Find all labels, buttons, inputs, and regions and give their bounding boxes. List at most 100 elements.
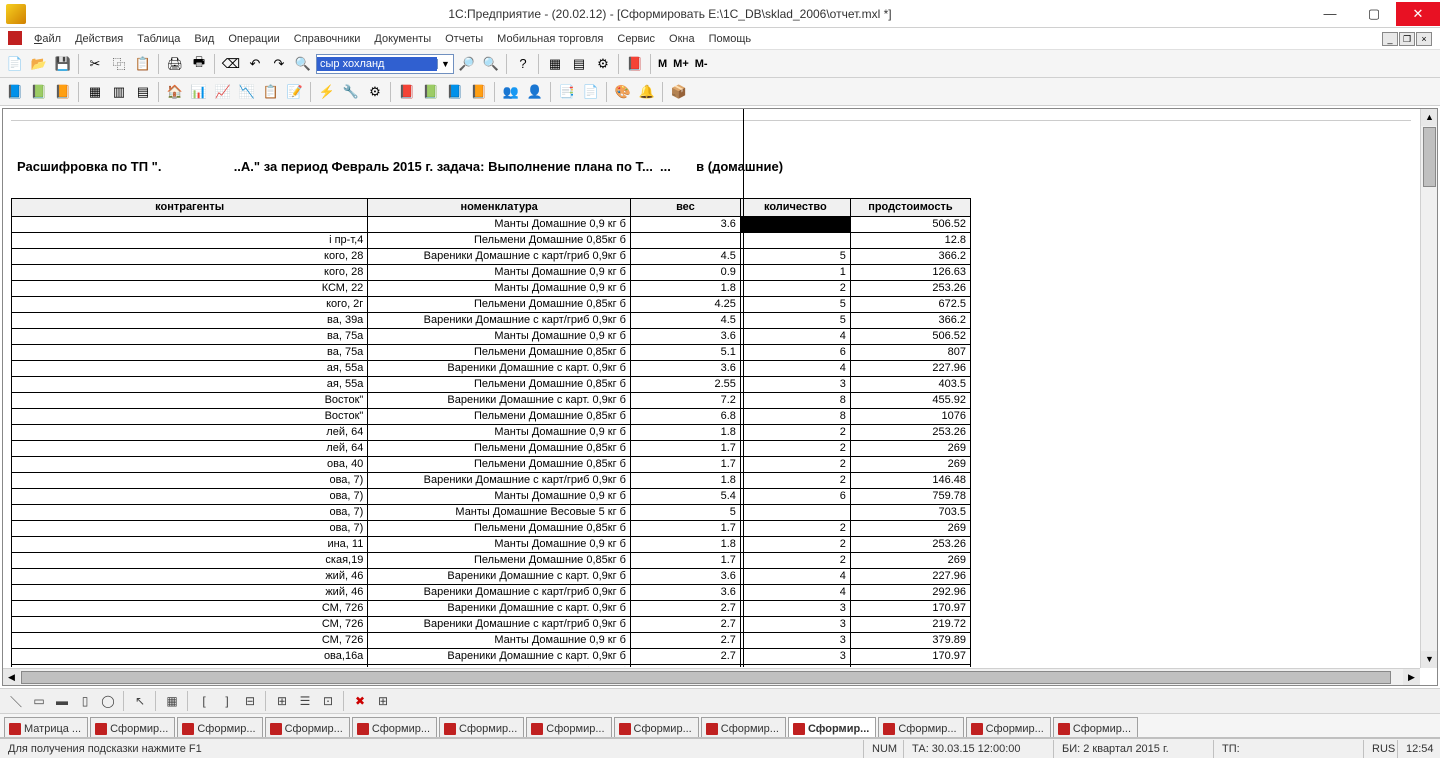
document-content[interactable]: Расшифровка по ТП ". ..А." за период Фев… bbox=[3, 109, 1419, 667]
table-cell[interactable]: і пр-т,4 bbox=[12, 233, 368, 249]
table-cell[interactable]: ова, 7) bbox=[12, 489, 368, 505]
menu-refs[interactable]: Справочники bbox=[288, 31, 367, 47]
scroll-left-icon[interactable]: ◀ bbox=[3, 669, 20, 686]
horizontal-scrollbar[interactable]: ◀ ▶ bbox=[3, 668, 1420, 685]
table-cell[interactable]: 8 bbox=[740, 409, 850, 425]
block-icon[interactable]: ▬ bbox=[52, 691, 72, 711]
table-cell[interactable]: 0.9 bbox=[630, 265, 740, 281]
window-tab[interactable]: Матрица ... bbox=[4, 717, 88, 737]
table-cell[interactable] bbox=[12, 217, 368, 233]
table-cell[interactable]: 1.8 bbox=[630, 473, 740, 489]
tb2-6[interactable]: ▤ bbox=[132, 81, 154, 103]
mplus-button[interactable]: М+ bbox=[671, 58, 691, 70]
table-cell[interactable]: 6 bbox=[740, 345, 850, 361]
table-cell[interactable]: 4 bbox=[740, 585, 850, 601]
table-cell[interactable]: 269 bbox=[850, 521, 970, 537]
table-row[interactable]: ова, 7)Манты Домашние Весовые 5 кг б5703… bbox=[12, 505, 971, 521]
table-cell[interactable]: жий, 46 bbox=[12, 585, 368, 601]
paste-icon[interactable]: 📋 bbox=[132, 53, 154, 75]
table-row[interactable]: ина, 11Манты Домашние 0,9 кг б1.82253.26 bbox=[12, 537, 971, 553]
table-row[interactable]: лей, 64Пельмени Домашние 0,85кг б1.72269 bbox=[12, 441, 971, 457]
hscroll-thumb[interactable] bbox=[21, 671, 1391, 684]
table-cell[interactable] bbox=[740, 233, 850, 249]
table-row[interactable]: ова,16аВареники Домашние с карт. 0,9кг б… bbox=[12, 649, 971, 665]
copy-icon[interactable]: ⿻ bbox=[108, 53, 130, 75]
table-cell[interactable]: 3 bbox=[740, 601, 850, 617]
table-row[interactable]: КСМ, 22Манты Домашние 0,9 кг б1.82253.26 bbox=[12, 281, 971, 297]
window-tab[interactable]: Сформир... bbox=[352, 717, 437, 737]
table-cell[interactable]: 1.8 bbox=[630, 537, 740, 553]
book-icon[interactable]: 📕 bbox=[624, 53, 646, 75]
table-cell[interactable]: 3 bbox=[740, 617, 850, 633]
search-input[interactable] bbox=[317, 57, 437, 71]
table-cell[interactable]: 170.97 bbox=[850, 649, 970, 665]
table-cell[interactable]: ова,16а bbox=[12, 665, 368, 668]
split-icon[interactable]: ⊟ bbox=[240, 691, 260, 711]
table-cell[interactable]: 4.5 bbox=[630, 313, 740, 329]
table-cell[interactable]: Восток" bbox=[12, 393, 368, 409]
table-cell[interactable]: Манты Домашние 0,9 кг б bbox=[368, 489, 631, 505]
tb2-3[interactable]: 📙 bbox=[52, 81, 74, 103]
window-tab[interactable]: Сформир... bbox=[526, 717, 611, 737]
menu-table[interactable]: Таблица bbox=[131, 31, 186, 47]
tb2-20[interactable]: 👥 bbox=[500, 81, 522, 103]
table-cell[interactable]: 3.6 bbox=[630, 361, 740, 377]
table-cell[interactable]: Манты Домашние 0,9 кг б bbox=[368, 425, 631, 441]
new-icon[interactable]: 📄 bbox=[4, 53, 26, 75]
table-row[interactable]: і пр-т,4Пельмени Домашние 0,85кг б12.8 bbox=[12, 233, 971, 249]
table-cell[interactable]: кого, 28 bbox=[12, 265, 368, 281]
table-cell[interactable]: КСМ, 22 bbox=[12, 281, 368, 297]
print-icon[interactable]: 🖨 bbox=[164, 53, 186, 75]
delete-icon[interactable]: ⌫ bbox=[220, 53, 242, 75]
table-cell[interactable]: Манты Домашние 0,9 кг б bbox=[368, 265, 631, 281]
table-cell[interactable]: 455.92 bbox=[850, 393, 970, 409]
undo-icon[interactable]: ↶ bbox=[244, 53, 266, 75]
table-cell[interactable]: ва, 75а bbox=[12, 345, 368, 361]
table-cell[interactable]: Вареники Домашние с карт/гриб 0,9кг б bbox=[368, 249, 631, 265]
table-cell[interactable]: 1 bbox=[740, 265, 850, 281]
table-row[interactable]: ва, 75аМанты Домашние 0,9 кг б3.64506.52 bbox=[12, 329, 971, 345]
calendar-icon[interactable]: ▤ bbox=[568, 53, 590, 75]
table-row[interactable]: кого, 28Вареники Домашние с карт/гриб 0,… bbox=[12, 249, 971, 265]
mdi-minimize[interactable]: _ bbox=[1382, 32, 1398, 46]
tb2-25[interactable]: 🔔 bbox=[636, 81, 658, 103]
window-tab[interactable]: Сформир... bbox=[265, 717, 350, 737]
redo-icon[interactable]: ↷ bbox=[268, 53, 290, 75]
chevron-down-icon[interactable]: ▼ bbox=[437, 59, 453, 69]
table-cell[interactable]: 1.7 bbox=[630, 521, 740, 537]
table-row[interactable]: Манты Домашние 0,9 кг б3.6506.52 bbox=[12, 217, 971, 233]
tb2-26[interactable]: 📦 bbox=[668, 81, 690, 103]
table-cell[interactable]: 253.26 bbox=[850, 425, 970, 441]
table-cell[interactable]: Вареники Домашние с карт. 0,9кг б bbox=[368, 649, 631, 665]
table-cell[interactable]: 3.6 bbox=[630, 585, 740, 601]
table-row[interactable]: ская,19Пельмени Домашние 0,85кг б1.72269 bbox=[12, 553, 971, 569]
table-cell[interactable]: 807 bbox=[850, 345, 970, 361]
vertical-scrollbar[interactable]: ▲ ▼ bbox=[1420, 109, 1437, 668]
table-cell[interactable]: 126.63 bbox=[850, 265, 970, 281]
tb2-11[interactable]: 📋 bbox=[260, 81, 282, 103]
table-cell[interactable]: 3.6 bbox=[630, 217, 740, 233]
table-cell[interactable] bbox=[740, 505, 850, 521]
header-nom[interactable]: номенклатура bbox=[368, 199, 631, 217]
table-cell[interactable]: Пельмени Домашние 0,85кг б bbox=[368, 409, 631, 425]
table-cell[interactable]: 6.8 bbox=[630, 409, 740, 425]
tool-icon[interactable]: ⚙ bbox=[592, 53, 614, 75]
table-cell[interactable]: Пельмени Домашние 0,85кг б bbox=[368, 297, 631, 313]
table-cell[interactable]: ва, 39а bbox=[12, 313, 368, 329]
table-cell[interactable]: 3 bbox=[740, 649, 850, 665]
header-contr[interactable]: контрагенты bbox=[12, 199, 368, 217]
table-cell[interactable]: 269 bbox=[850, 553, 970, 569]
table-row[interactable]: лей, 64Манты Домашние 0,9 кг б1.82253.26 bbox=[12, 425, 971, 441]
table-cell[interactable]: 3 bbox=[740, 665, 850, 668]
table-row[interactable]: ова, 7)Манты Домашние 0,9 кг б5.46759.78 bbox=[12, 489, 971, 505]
table-cell[interactable]: лей, 64 bbox=[12, 425, 368, 441]
table-cell[interactable]: 2 bbox=[740, 457, 850, 473]
tb2-19[interactable]: 📙 bbox=[468, 81, 490, 103]
line-icon[interactable]: ＼ bbox=[6, 691, 26, 711]
mdi-close[interactable]: × bbox=[1416, 32, 1432, 46]
table-cell[interactable]: Пельмени Домашние 0,85кг б bbox=[368, 233, 631, 249]
window-tab[interactable]: Сформир... bbox=[1053, 717, 1138, 737]
table-cell[interactable]: 5.1 bbox=[630, 345, 740, 361]
table-cell[interactable]: ая, 55а bbox=[12, 361, 368, 377]
table-cell[interactable]: ская,19 bbox=[12, 553, 368, 569]
